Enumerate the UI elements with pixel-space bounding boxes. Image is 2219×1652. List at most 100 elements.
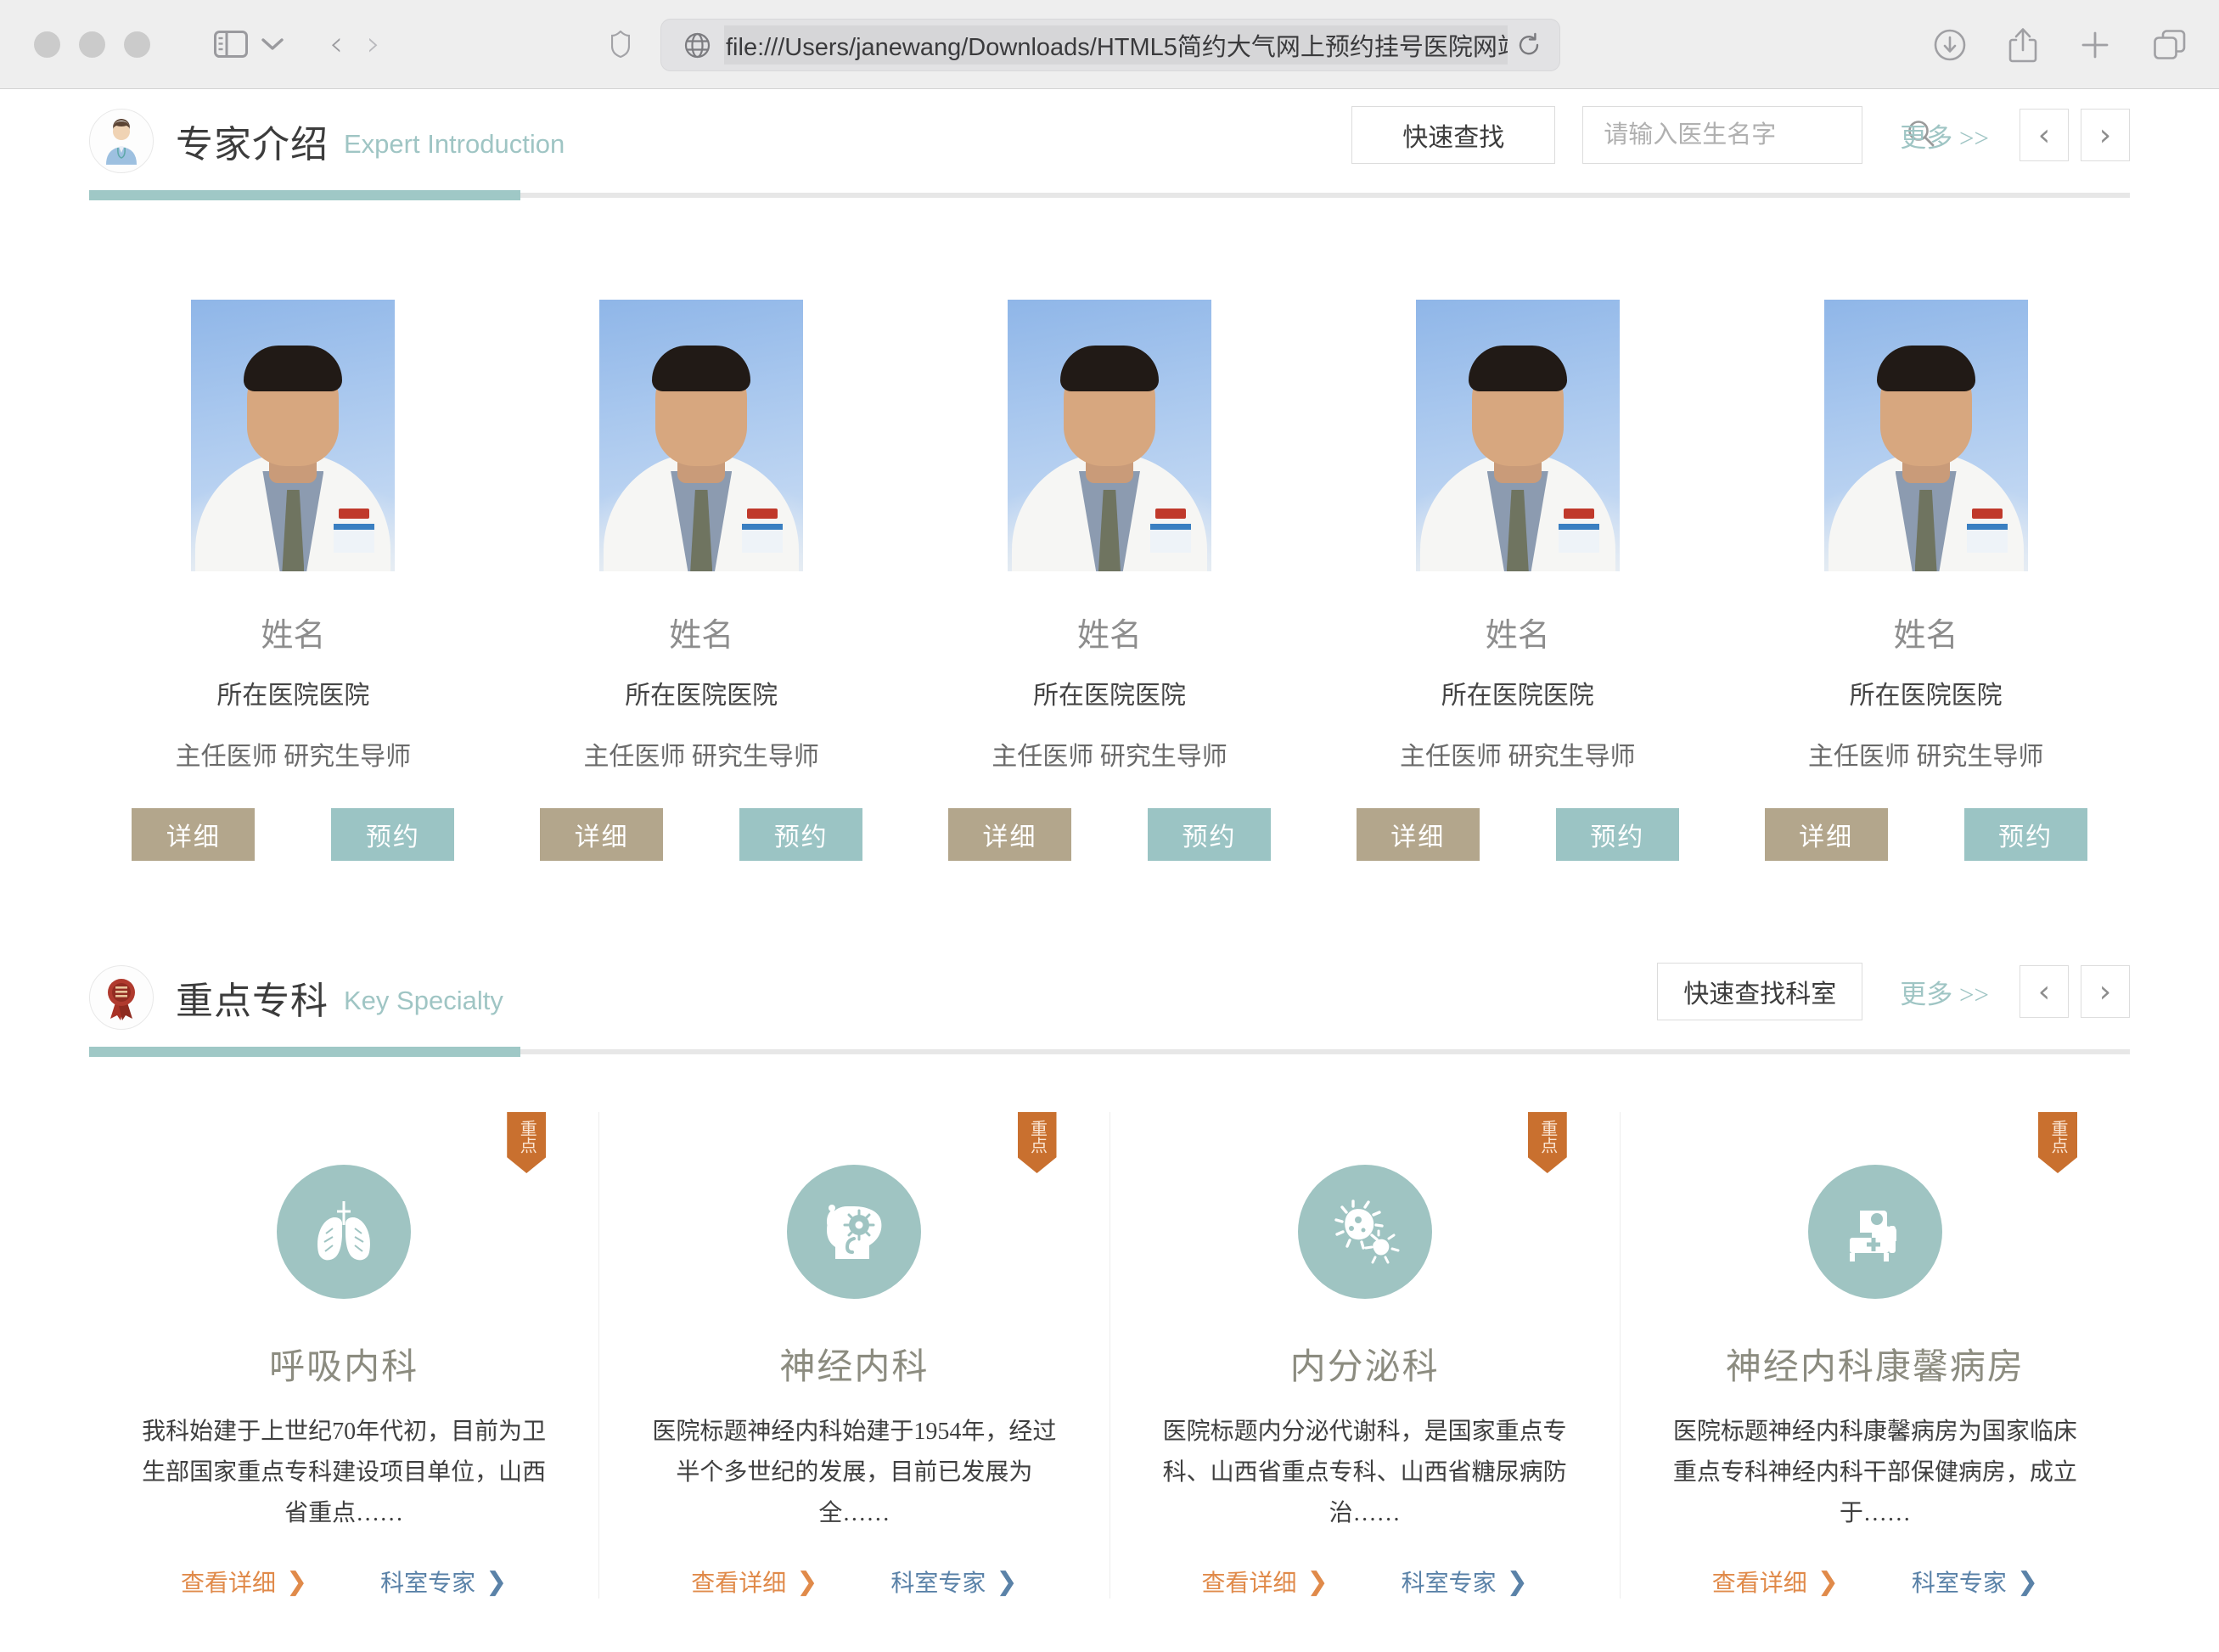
doctor-hospital: 所在医院医院 (1441, 682, 1594, 710)
specialty-card[interactable]: 重点 神经内科康馨病房 医院标题神经内科康馨病房为国家临床重点专科神经内科干部保… (1619, 1112, 2130, 1599)
expert-next-button[interactable]: › (2081, 109, 2130, 161)
specialty-expert-link[interactable]: 科室专家 ❯ (1912, 1565, 2038, 1599)
expert-prev-button[interactable]: ‹ (2020, 109, 2069, 161)
doctor-detail-button[interactable]: 详细 (1356, 808, 1480, 861)
doctor-book-button[interactable]: 预约 (739, 808, 863, 861)
address-bar[interactable]: file:///Users/janewang/Downloads/HTML5简约… (660, 19, 1560, 71)
key-specialty-badge-label: 重点 (1537, 1120, 1557, 1154)
specialty-expert-link[interactable]: 科室专家 ❯ (890, 1565, 1017, 1599)
chevron-right-icon: ❯ (486, 1566, 508, 1597)
page-subtitle: Expert Introduction (344, 129, 565, 159)
hospital-bed-icon (1807, 1165, 1942, 1299)
close-window-button[interactable] (34, 31, 60, 58)
specialty-detail-link[interactable]: 查看详细 ❯ (691, 1565, 817, 1599)
doctor-detail-button[interactable]: 详细 (1764, 808, 1888, 861)
doctor-photo (599, 300, 804, 571)
specialty-detail-link-label: 查看详细 (1201, 1571, 1297, 1598)
expert-more-link[interactable]: 更多 >> (1900, 116, 1989, 155)
doctor-detail-button[interactable]: 详细 (540, 808, 664, 861)
specialty-description: 医院标题神经内科始建于1954年，经过半个多世纪的发展，目前已发展为全…… (652, 1419, 1057, 1527)
doctor-title: 主任医师 研究生导师 (1807, 743, 2044, 771)
specialty-detail-link[interactable]: 查看详细 ❯ (1201, 1565, 1328, 1599)
maximize-window-button[interactable] (124, 31, 150, 58)
specialty-description: 医院标题内分泌代谢科，是国家重点专科、山西省重点专科、山西省糖尿病防治…… (1162, 1419, 1567, 1527)
specialty-next-button[interactable]: › (2081, 965, 2130, 1018)
specialty-expert-link[interactable]: 科室专家 ❯ (380, 1565, 507, 1599)
doctor-actions: 详细 预约 (1764, 808, 2087, 861)
quick-find-button[interactable]: 快速查找 (1351, 106, 1556, 164)
search-input[interactable] (1604, 121, 1907, 149)
specialty-name: 神经内科康馨病房 (1725, 1348, 2025, 1387)
specialty-expert-link-label: 科室专家 (380, 1571, 476, 1598)
key-specialty-badge-label: 重点 (517, 1120, 536, 1154)
doctor-book-button[interactable]: 预约 (1147, 808, 1271, 861)
specialty-more-link[interactable]: 更多 >> (1900, 973, 1989, 1011)
specialty-card[interactable]: 重点 内分泌科 医院标题内分泌代谢科，是国家重点专科、山西省重点专科、山西省糖尿… (1109, 1112, 1620, 1599)
doctor-book-button[interactable]: 预约 (1555, 808, 1679, 861)
award-ribbon-icon (89, 965, 154, 1030)
doctor-detail-button[interactable]: 详细 (132, 808, 256, 861)
chevron-right-icon: ❯ (796, 1566, 818, 1597)
doctor-book-button[interactable]: 预约 (331, 808, 455, 861)
specialty-section-tools: 快速查找科室 更多 >> ‹ › (1657, 963, 2130, 1020)
brain-head-icon (787, 1165, 922, 1299)
address-bar-text: file:///Users/janewang/Downloads/HTML5简约… (724, 25, 1508, 65)
specialty-detail-link[interactable]: 查看详细 ❯ (181, 1565, 307, 1599)
doctor-photo (1007, 300, 1211, 571)
doctor-actions: 详细 预约 (540, 808, 863, 861)
minimize-window-button[interactable] (79, 31, 105, 58)
expert-card[interactable]: 姓名 所在医院医院 主任医师 研究生导师 详细 预约 (1722, 300, 2130, 861)
chevron-right-icon: ❯ (2016, 1566, 2039, 1597)
window-traffic-lights (34, 31, 150, 58)
specialty-links: 查看详细 ❯ 科室专家 ❯ (691, 1565, 1017, 1599)
back-button[interactable]: ‹ (329, 27, 343, 61)
chevron-down-icon[interactable] (260, 36, 285, 53)
specialty-expert-link[interactable]: 科室专家 ❯ (1402, 1565, 1528, 1599)
doctor-photo (191, 300, 396, 571)
specialty-name: 神经内科 (779, 1348, 930, 1387)
specialty-links: 查看详细 ❯ 科室专家 ❯ (181, 1565, 507, 1599)
share-icon[interactable] (2008, 27, 2037, 63)
sidebar-toggle-icon[interactable] (214, 31, 248, 58)
specialty-card[interactable]: 重点 神经内科 医院标题神经内科始建于1954年，经过半个多世纪的发展，目前已发… (598, 1112, 1109, 1599)
browser-toolbar: ‹ › file:///Users/janewang/Downloads/HTM… (0, 0, 2219, 89)
specialty-subtitle: Key Specialty (344, 986, 503, 1015)
doctor-avatar-icon (89, 109, 154, 173)
expert-section: 专家介绍 Expert Introduction 快速查找 更多 >> ‹ › (89, 89, 2130, 861)
specialty-list: 重点 呼吸内科 我科始建于上世纪70年代初，目前为卫生部国家重点专科建设项目单位… (89, 1054, 2130, 1599)
chevron-right-icon: ❯ (996, 1566, 1018, 1597)
specialty-links: 查看详细 ❯ 科室专家 ❯ (1201, 1565, 1527, 1599)
expert-card[interactable]: 姓名 所在医院医院 主任医师 研究生导师 详细 预约 (1313, 300, 1722, 861)
section-divider (89, 190, 2130, 200)
expert-card[interactable]: 姓名 所在医院医院 主任医师 研究生导师 详细 预约 (906, 300, 1314, 861)
chevron-right-icon: ❯ (285, 1566, 308, 1597)
doctor-search-box[interactable] (1582, 106, 1935, 164)
doctor-actions: 详细 预约 (947, 808, 1271, 861)
quick-find-department-button[interactable]: 快速查找科室 (1657, 963, 1863, 1020)
specialty-section: 重点专科 Key Specialty 快速查找科室 更多 >> ‹ › 重点 呼… (89, 946, 2130, 1599)
doctor-name: 姓名 (669, 618, 734, 654)
specialty-prev-button[interactable]: ‹ (2020, 965, 2069, 1018)
tab-overview-icon[interactable] (2153, 29, 2187, 61)
doctor-detail-button[interactable]: 详细 (947, 808, 1071, 861)
doctor-book-button[interactable]: 预约 (1963, 808, 2087, 861)
specialty-description: 我科始建于上世纪70年代初，目前为卫生部国家重点专科建设项目单位，山西省重点…… (142, 1419, 547, 1527)
expert-card[interactable]: 姓名 所在医院医院 主任医师 研究生导师 详细 预约 (89, 300, 497, 861)
forward-button[interactable]: › (367, 27, 380, 61)
specialty-detail-link[interactable]: 查看详细 ❯ (1712, 1565, 1839, 1599)
specialty-expert-link-label: 科室专家 (1401, 1571, 1497, 1598)
specialty-card[interactable]: 重点 呼吸内科 我科始建于上世纪70年代初，目前为卫生部国家重点专科建设项目单位… (89, 1112, 598, 1599)
browser-nav-arrows: ‹ › (329, 27, 380, 61)
downloads-icon[interactable] (1934, 29, 1966, 61)
globe-icon (684, 32, 711, 59)
specialty-detail-link-label: 查看详细 (180, 1571, 276, 1598)
expert-card[interactable]: 姓名 所在医院医院 主任医师 研究生导师 详细 预约 (497, 300, 906, 861)
new-tab-icon[interactable] (2080, 30, 2110, 60)
reload-icon[interactable] (1516, 32, 1542, 58)
doctor-name: 姓名 (261, 618, 326, 654)
specialty-expert-link-label: 科室专家 (890, 1571, 986, 1598)
doctor-photo (1415, 300, 1620, 571)
specialty-description: 医院标题神经内科康馨病房为国家临床重点专科神经内科干部保健病房，成立于…… (1672, 1419, 2077, 1527)
chevron-right-icon: ❯ (1306, 1566, 1329, 1597)
doctor-actions: 详细 预约 (132, 808, 455, 861)
